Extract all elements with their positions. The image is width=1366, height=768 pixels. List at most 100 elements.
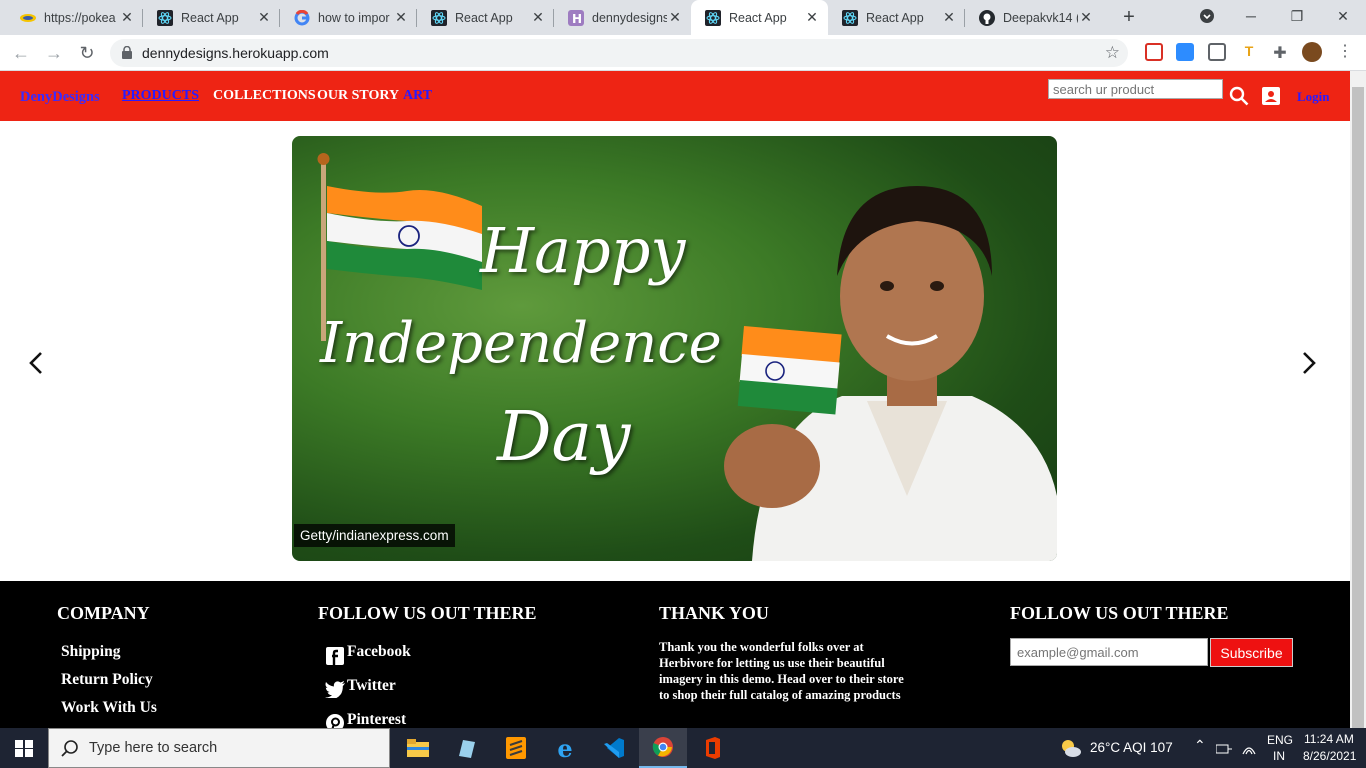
new-tab-button[interactable]: + bbox=[1118, 6, 1140, 28]
clock-time[interactable]: 11:24 AM bbox=[1304, 732, 1354, 746]
browser-tab[interactable]: React App ✕ bbox=[143, 0, 280, 35]
office-icon[interactable] bbox=[688, 728, 736, 768]
close-tab-icon[interactable]: ✕ bbox=[119, 9, 135, 26]
browser-tab-active[interactable]: React App ✕ bbox=[691, 0, 828, 35]
close-tab-icon[interactable]: ✕ bbox=[530, 9, 546, 26]
bookmark-star-icon[interactable]: ☆ bbox=[1105, 43, 1120, 63]
browser-tab[interactable]: React App ✕ bbox=[417, 0, 554, 35]
close-tab-icon[interactable]: ✕ bbox=[667, 9, 683, 26]
nav-collections[interactable]: COLLECTIONS bbox=[213, 88, 316, 104]
brand-logo[interactable]: DenyDesigns bbox=[20, 89, 100, 106]
browser-tab-strip: https://pokea ✕ React App ✕ how to impor… bbox=[0, 0, 1366, 35]
footer-link-pinterest[interactable]: Pinterest bbox=[347, 711, 406, 729]
login-link[interactable]: Login bbox=[1297, 89, 1330, 105]
footer-thank-you-heading: THANK YOU bbox=[659, 603, 769, 623]
media-extension-icon[interactable] bbox=[1208, 43, 1226, 61]
boy-with-flag-illustration bbox=[724, 186, 1057, 561]
forward-icon[interactable]: → bbox=[42, 41, 66, 65]
svg-text:H: H bbox=[572, 12, 582, 26]
close-tab-icon[interactable]: ✕ bbox=[941, 9, 957, 26]
network-icon[interactable] bbox=[1215, 742, 1232, 760]
internet-explorer-icon[interactable]: e bbox=[541, 728, 589, 768]
close-tab-icon[interactable]: ✕ bbox=[804, 9, 820, 26]
footer-newsletter-heading: FOLLOW US OUT THERE bbox=[1010, 603, 1229, 623]
chevron-up-icon[interactable]: ⌃ bbox=[1194, 737, 1206, 754]
language-eng[interactable]: ENG bbox=[1267, 733, 1293, 747]
newsletter-email-input[interactable] bbox=[1010, 638, 1208, 666]
nav-products[interactable]: PRODUCTS bbox=[122, 88, 199, 104]
pokemon-icon bbox=[20, 10, 36, 26]
react-icon bbox=[157, 9, 173, 26]
search-icon bbox=[61, 739, 79, 761]
file-explorer-icon[interactable] bbox=[394, 728, 442, 768]
avatar[interactable] bbox=[1302, 42, 1322, 62]
url-text: dennydesigns.herokuapp.com bbox=[142, 45, 329, 61]
taskbar-search-placeholder: Type here to search bbox=[89, 740, 218, 756]
facebook-icon bbox=[326, 647, 344, 670]
footer-link-return-policy[interactable]: Return Policy bbox=[61, 671, 153, 689]
menu-dots-icon[interactable]: ⋮ bbox=[1336, 41, 1354, 60]
language-region[interactable]: IN bbox=[1273, 749, 1285, 763]
heroku-icon: H bbox=[568, 9, 584, 26]
footer-link-facebook[interactable]: Facebook bbox=[347, 643, 411, 661]
footer-link-shipping[interactable]: Shipping bbox=[61, 643, 120, 661]
react-icon bbox=[705, 9, 721, 26]
browser-tab[interactable]: React App ✕ bbox=[828, 0, 965, 35]
react-icon bbox=[431, 9, 447, 26]
slide-text-happy: Happy bbox=[480, 214, 686, 287]
carousel-prev-icon[interactable] bbox=[25, 350, 49, 376]
close-tab-icon[interactable]: ✕ bbox=[1078, 9, 1094, 26]
nav-our-story[interactable]: OUR STORY bbox=[317, 88, 399, 104]
nav-art[interactable]: ART bbox=[403, 88, 432, 104]
footer-link-twitter[interactable]: Twitter bbox=[347, 677, 396, 695]
back-icon[interactable]: ← bbox=[9, 41, 33, 65]
wifi-icon[interactable] bbox=[1242, 741, 1256, 760]
twitter-icon bbox=[325, 681, 345, 703]
minimize-icon[interactable]: ─ bbox=[1228, 0, 1274, 32]
clock-date[interactable]: 8/26/2021 bbox=[1303, 749, 1356, 763]
browser-tab[interactable]: H dennydesigns ✕ bbox=[554, 0, 691, 35]
footer-follow-heading: FOLLOW US OUT THERE bbox=[318, 603, 537, 623]
vscode-icon[interactable] bbox=[590, 728, 638, 768]
slide-text-independence: Independence bbox=[320, 311, 722, 376]
chrome-icon[interactable] bbox=[639, 728, 687, 768]
image-credit-caption: Getty/indianexpress.com bbox=[294, 524, 455, 547]
search-icon[interactable] bbox=[1229, 86, 1249, 111]
close-tab-icon[interactable]: ✕ bbox=[393, 9, 409, 26]
account-icon[interactable] bbox=[1262, 87, 1280, 110]
browser-tab[interactable]: how to impor ✕ bbox=[280, 0, 417, 35]
close-window-icon[interactable]: ✕ bbox=[1320, 0, 1366, 32]
browser-tab[interactable]: https://pokea ✕ bbox=[6, 0, 143, 35]
restore-icon[interactable]: ❐ bbox=[1274, 0, 1320, 32]
carousel-next-icon[interactable] bbox=[1296, 350, 1320, 376]
site-navbar: DenyDesigns PRODUCTS COLLECTIONS OUR STO… bbox=[0, 71, 1350, 121]
text-extension-icon[interactable]: T bbox=[1240, 43, 1258, 61]
react-icon bbox=[842, 9, 858, 26]
close-tab-icon[interactable]: ✕ bbox=[256, 9, 272, 26]
subscribe-button[interactable]: Subscribe bbox=[1210, 638, 1293, 667]
footer-thank-you-text: Thank you the wonderful folks over at He… bbox=[659, 640, 904, 702]
search-input[interactable] bbox=[1048, 79, 1223, 99]
weather-icon[interactable] bbox=[1060, 738, 1082, 763]
tab-search-button[interactable] bbox=[1184, 0, 1230, 32]
address-bar[interactable]: dennydesigns.herokuapp.com ☆ bbox=[110, 39, 1128, 67]
site-footer: COMPANY Shipping Return Policy Work With… bbox=[0, 581, 1350, 732]
reload-icon[interactable]: ↻ bbox=[75, 41, 99, 65]
taskbar-search-box[interactable]: Type here to search bbox=[48, 728, 390, 768]
weather-text[interactable]: 26°C AQI 107 bbox=[1090, 740, 1173, 755]
windows-taskbar: Type here to search e 26°C AQI 107 ⌃ ENG… bbox=[0, 728, 1366, 768]
github-icon bbox=[979, 9, 995, 26]
lock-icon bbox=[122, 45, 132, 64]
windows-start-icon[interactable] bbox=[15, 740, 33, 762]
sublime-text-icon[interactable] bbox=[492, 728, 540, 768]
browser-tab[interactable]: Deepakvk14 ( ✕ bbox=[965, 0, 1102, 35]
footer-link-work-with-us[interactable]: Work With Us bbox=[61, 699, 157, 717]
google-icon bbox=[294, 9, 310, 26]
zoom-extension-icon[interactable] bbox=[1176, 43, 1194, 61]
sticky-notes-icon[interactable] bbox=[443, 728, 491, 768]
page-scrollbar[interactable] bbox=[1350, 71, 1366, 739]
footer-company-heading: COMPANY bbox=[57, 603, 150, 623]
extension-icon[interactable] bbox=[1145, 43, 1163, 61]
puzzle-icon[interactable]: ✚ bbox=[1271, 43, 1289, 62]
slide-text-day: Day bbox=[497, 398, 631, 477]
